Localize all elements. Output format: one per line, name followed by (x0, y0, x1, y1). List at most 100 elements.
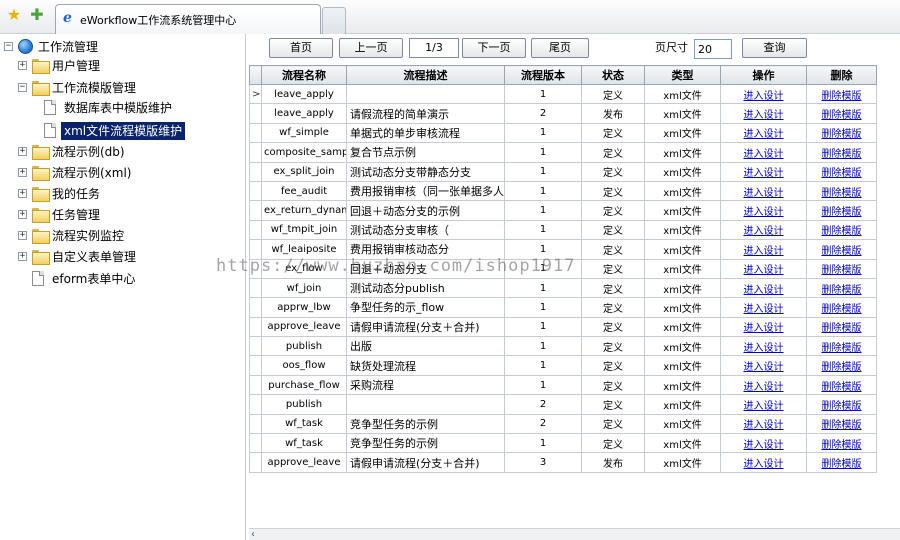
design-link[interactable]: 进入设计 (720, 180, 807, 202)
horizontal-scrollbar[interactable]: ‹ (249, 528, 900, 540)
expand-icon[interactable]: + (18, 61, 27, 70)
expand-icon[interactable]: + (18, 252, 27, 261)
design-link[interactable]: 进入设计 (720, 374, 807, 396)
cell-name: wf_leaiposite (261, 239, 347, 260)
table-row[interactable]: ex_split_join 测试动态分支带静态分支 1 定义 xml文件 进入设计 删除模版 (249, 161, 877, 182)
delete-template-link[interactable]: 删除模版 (806, 355, 877, 376)
cell-status: 发布 (581, 452, 645, 473)
add-favorite-icon[interactable]: ✚ (28, 6, 46, 24)
design-link[interactable]: 进入设计 (720, 297, 807, 318)
delete-template-link[interactable]: 删除模版 (806, 103, 877, 124)
query-button[interactable]: 查询 (742, 38, 807, 58)
table-row[interactable]: wf_tmpit_join 测试动态分支审核（ 1 定义 xml文件 进入设计 删除模版 (249, 219, 877, 241)
table-row[interactable]: ex_flow 回退＋动态分支 1 定义 xml文件 进入设计 删除模版 (249, 258, 877, 279)
delete-template-link[interactable]: 删除模版 (806, 394, 877, 415)
table-row[interactable]: oos_flow 缺货处理流程 1 定义 xml文件 进入设计 删除模版 (249, 355, 877, 376)
table-row[interactable]: wf_task 竞争型任务的示例 1 定义 xml文件 进入设计 删除模版 (249, 433, 877, 454)
column-header-name[interactable]: 流程名称 (261, 65, 347, 85)
cell-version: 1 (504, 336, 582, 357)
favorites-star-icon[interactable]: ★ (5, 6, 23, 24)
design-link[interactable]: 进入设计 (720, 103, 807, 124)
last-page-button[interactable]: 尾页 (531, 38, 589, 58)
table-row[interactable]: publish 2 定义 xml文件 进入设计 删除模版 (249, 394, 877, 415)
table-row[interactable]: purchase_flow 采购流程 1 定义 xml文件 进入设计 删除模版 (249, 374, 877, 396)
browser-tab[interactable]: e eWorkflow工作流系统管理中心 (55, 4, 321, 34)
delete-template-link[interactable]: 删除模版 (806, 258, 877, 279)
delete-template-link[interactable]: 删除模版 (806, 239, 877, 260)
expand-icon[interactable]: + (18, 189, 27, 198)
delete-template-link[interactable]: 删除模版 (806, 316, 877, 338)
delete-template-link[interactable]: 删除模版 (806, 433, 877, 454)
table-row[interactable]: leave_apply 请假流程的简单演示 2 发布 xml文件 进入设计 删除模版 (249, 103, 877, 124)
design-link[interactable]: 进入设计 (720, 277, 807, 299)
table-header-row: 流程名称 流程描述 流程版本 状态 类型 操作 删除 (249, 65, 877, 85)
table-row[interactable]: fee_audit 费用报销审核（同一张单据多人 1 定义 xml文件 进入设计 删除模版 (249, 180, 877, 202)
expand-icon[interactable]: + (18, 168, 27, 177)
table-row[interactable]: approve_leave 请假申请流程(分支＋合并) 3 发布 xml文件 进入设计 删除… (249, 452, 877, 473)
new-tab-button[interactable] (322, 7, 346, 34)
table-row[interactable]: apprw_lbw 争型任务的示_flow 1 定义 xml文件 进入设计 删除模版 (249, 297, 877, 318)
design-link[interactable]: 进入设计 (720, 336, 807, 357)
cell-type: xml文件 (644, 336, 721, 357)
column-header-type[interactable]: 类型 (644, 65, 721, 85)
delete-template-link[interactable]: 删除模版 (806, 219, 877, 241)
scroll-left-arrow-icon[interactable]: ‹ (251, 529, 255, 540)
table-row[interactable]: ex_return_dynamic回退＋动态分支的示例1定义xml文件进入设计删… (249, 200, 877, 221)
cell-type: xml文件 (644, 297, 721, 318)
column-header-version[interactable]: 流程版本 (504, 65, 582, 85)
delete-template-link[interactable]: 删除模版 (806, 161, 877, 182)
cell-name: wf_task (261, 413, 347, 435)
delete-template-link[interactable]: 删除模版 (806, 142, 877, 163)
expand-icon[interactable]: + (18, 147, 27, 156)
table-row[interactable]: wf_task 竞争型任务的示例 2 定义 xml文件 进入设计 删除模版 (249, 413, 877, 435)
table-row[interactable]: wf_join 测试动态分publish 1 定义 xml文件 进入设计 删除模版 (249, 277, 877, 299)
delete-template-link[interactable]: 删除模版 (806, 297, 877, 318)
delete-template-link[interactable]: 删除模版 (806, 452, 877, 473)
delete-template-link[interactable]: 删除模版 (806, 413, 877, 435)
delete-template-link[interactable]: 删除模版 (806, 83, 877, 105)
table-row[interactable]: approve_leave 请假申请流程(分支＋合并) 1 定义 xml文件 进入设计 删除… (249, 316, 877, 338)
design-link[interactable]: 进入设计 (720, 239, 807, 260)
table-row[interactable]: > leave_apply 请假流程的简单演示 1 定义 xml文件 进入设计 删除模版 (249, 83, 877, 105)
expand-icon[interactable]: + (18, 231, 27, 240)
expand-icon[interactable]: + (18, 210, 27, 219)
page-size-input[interactable] (694, 39, 732, 59)
design-link[interactable]: 进入设计 (720, 355, 807, 376)
design-link[interactable]: 进入设计 (720, 83, 807, 105)
table-row[interactable]: wf_leaiposite 费用报销审核动态分 1 定义 xml文件 进入设计 删除模版 (249, 239, 877, 260)
design-link[interactable]: 进入设计 (720, 452, 807, 473)
cell-version: 1 (504, 277, 582, 299)
delete-template-link[interactable]: 删除模版 (806, 122, 877, 144)
first-page-button[interactable]: 首页 (269, 38, 333, 58)
cell-version: 2 (504, 394, 582, 415)
design-link[interactable]: 进入设计 (720, 258, 807, 279)
table-row[interactable]: wf_simple 单据式的单步审核流程 1 定义 xml文件 进入设计 删除模版 (249, 122, 877, 144)
cell-description: 费用报销审核动态分 (346, 239, 505, 260)
column-header-description[interactable]: 流程描述 (346, 65, 505, 85)
table-row[interactable]: composite_sample复合节点示例1定义xml文件进入设计删除模版 (249, 142, 877, 163)
design-link[interactable]: 进入设计 (720, 142, 807, 163)
globe-icon (18, 39, 33, 54)
delete-template-link[interactable]: 删除模版 (806, 277, 877, 299)
design-link[interactable]: 进入设计 (720, 122, 807, 144)
delete-template-link[interactable]: 删除模版 (806, 200, 877, 221)
row-marker (249, 161, 262, 182)
design-link[interactable]: 进入设计 (720, 316, 807, 338)
design-link[interactable]: 进入设计 (720, 161, 807, 182)
prev-page-button[interactable]: 上一页 (339, 38, 403, 58)
table-row[interactable]: publish 出版 1 定义 xml文件 进入设计 删除模版 (249, 336, 877, 357)
collapse-icon[interactable]: − (4, 42, 13, 51)
cell-type: xml文件 (644, 219, 721, 241)
next-page-button[interactable]: 下一页 (462, 38, 526, 58)
collapse-icon[interactable]: − (18, 83, 27, 92)
design-link[interactable]: 进入设计 (720, 200, 807, 221)
design-link[interactable]: 进入设计 (720, 413, 807, 435)
design-link[interactable]: 进入设计 (720, 433, 807, 454)
column-header-status[interactable]: 状态 (581, 65, 645, 85)
design-link[interactable]: 进入设计 (720, 394, 807, 415)
delete-template-link[interactable]: 删除模版 (806, 336, 877, 357)
delete-template-link[interactable]: 删除模版 (806, 180, 877, 202)
cell-name: approve_leave (261, 452, 347, 473)
design-link[interactable]: 进入设计 (720, 219, 807, 241)
delete-template-link[interactable]: 删除模版 (806, 374, 877, 396)
